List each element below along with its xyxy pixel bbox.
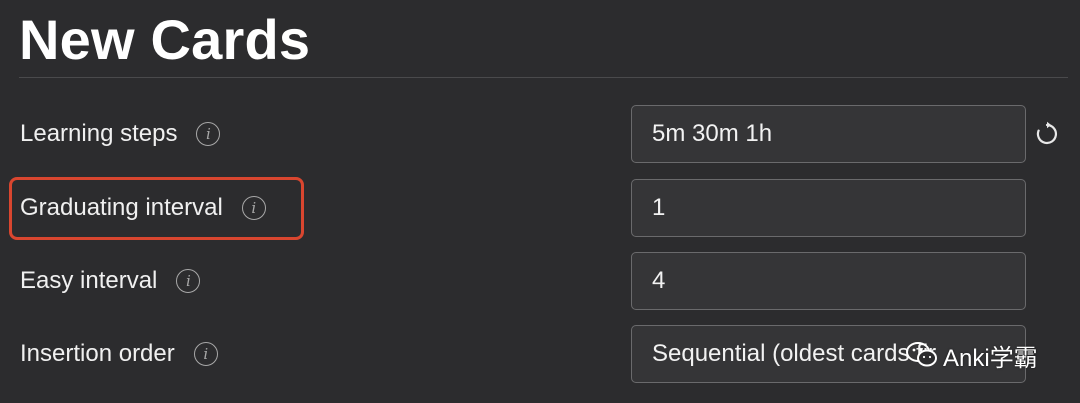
learning-steps-input[interactable]: 5m 30m 1h [631,105,1026,163]
wechat-icon [906,342,937,367]
info-icon[interactable]: i [193,342,218,366]
watermark: Anki学霸 [905,338,1038,372]
setting-row-learning-steps: Learning steps i 5m 30m 1h [0,105,1080,163]
setting-label-insertion-order: Insertion order i [20,325,218,383]
graduating-interval-input[interactable]: 1 [631,179,1026,237]
easy-interval-label: Easy interval [20,267,158,294]
learning-steps-label: Learning steps [20,120,178,147]
setting-row-easy-interval: Easy interval i 4 [0,252,1080,310]
revert-icon[interactable] [1034,121,1060,147]
info-icon[interactable]: i [176,269,201,293]
section-divider [19,77,1068,78]
section-title: New Cards [19,8,311,71]
info-icon[interactable]: i [196,122,221,146]
watermark-text: Anki学霸 [943,344,1038,372]
highlight-box [9,177,304,240]
easy-interval-input[interactable]: 4 [631,252,1026,310]
setting-label-easy-interval: Easy interval i [20,252,201,310]
setting-label-learning-steps: Learning steps i [20,105,221,163]
insertion-order-label: Insertion order [20,340,175,367]
